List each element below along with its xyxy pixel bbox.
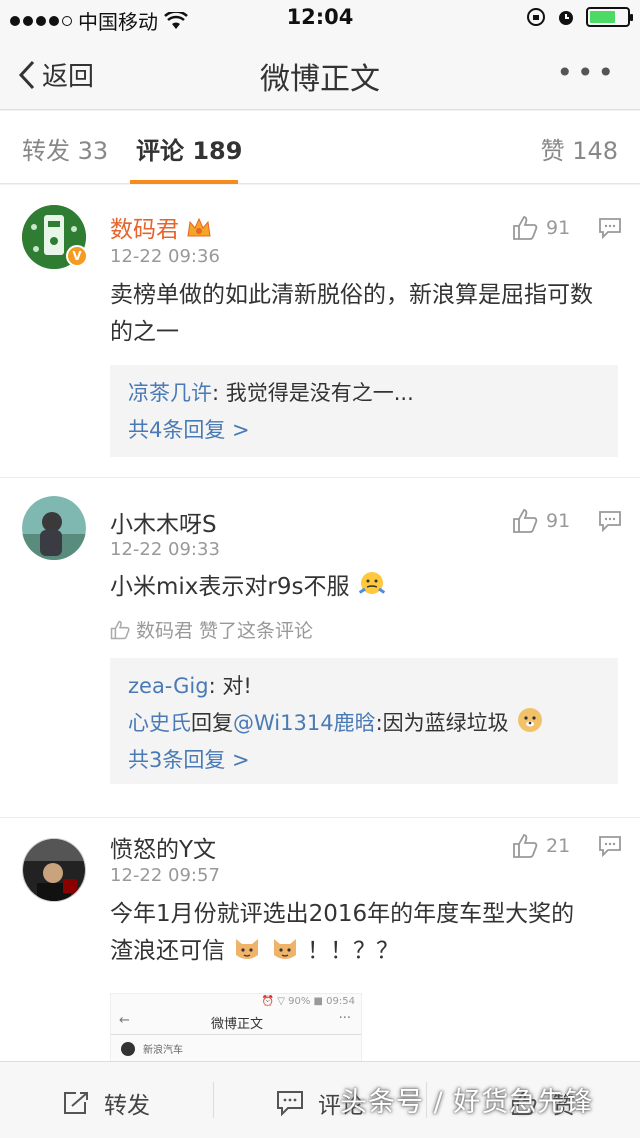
shrug-emoji-icon <box>357 572 386 595</box>
reply-preview-box[interactable]: zea-Gig: 对! 心史氏回复@Wi1314鹿晗:因为蓝绿垃圾 共3条回复 … <box>110 658 618 784</box>
comment-list[interactable]: V 数码君 12-22 09:36 91 卖榜单做的如此清新脱俗的，新浪算是屈指… <box>0 185 640 1061</box>
repost-label: 转发 <box>104 1093 150 1119</box>
watermark-text: 头条号 / 好货急先锋 <box>340 1087 594 1118</box>
vip-crown-icon <box>187 217 211 237</box>
reply-author[interactable]: zea-Gig <box>128 674 209 698</box>
alarm-icon <box>559 11 573 25</box>
comment-time: 12-22 09:57 <box>110 865 220 886</box>
battery-icon <box>586 7 633 27</box>
liked-by-text: 数码君 赞了这条评论 <box>136 620 314 642</box>
divider <box>0 817 640 818</box>
toolbar-separator <box>213 1082 214 1118</box>
reply-icon[interactable] <box>598 835 622 857</box>
reply-icon[interactable] <box>598 510 622 532</box>
like-count: 91 <box>546 510 571 532</box>
like-button[interactable]: 21 <box>512 833 570 859</box>
reply-icon[interactable] <box>598 217 622 239</box>
comment-time: 12-22 09:36 <box>110 246 220 267</box>
thumbs-up-icon <box>513 509 538 533</box>
comment-text-content: 小米mix表示对r9s不服 <box>110 574 350 600</box>
reply-content: :因为蓝绿垃圾 <box>375 711 509 735</box>
page-title: 微博正文 <box>260 62 380 97</box>
like-button[interactable]: 91 <box>512 508 570 534</box>
tab-bar: 转发 33 评论 189 赞 148 <box>0 111 640 184</box>
more-options-button[interactable]: ••• <box>556 56 618 89</box>
comment-text-line: 渣浪还可信 ！！？？ <box>110 933 630 970</box>
reply-line: zea-Gig: 对! <box>128 668 600 705</box>
comment-text: 卖榜单做的如此清新脱俗的，新浪算是屈指可数的之一 <box>110 282 593 345</box>
embedded-avatar <box>121 1041 135 1056</box>
like-count: 21 <box>546 835 571 857</box>
reply-line: 凉茶几许: 我觉得是没有之一... <box>128 375 600 412</box>
doge-emoji-icon <box>518 708 543 732</box>
thumbs-up-icon <box>513 216 538 240</box>
share-icon <box>64 1092 88 1114</box>
comment-text-tail: ！！？？ <box>306 938 399 964</box>
embedded-title: 微博正文 <box>210 1017 263 1032</box>
more-replies-link[interactable]: 共4条回复 > <box>128 412 600 449</box>
tab-repost[interactable]: 转发 33 <box>22 131 108 166</box>
more-replies-link[interactable]: 共3条回复 > <box>128 742 600 779</box>
commenter-name[interactable]: 愤怒的Y文 <box>110 830 216 864</box>
embedded-status: ⏰ ▽ 90% ■ 09:54 <box>261 996 355 1007</box>
commenter-name[interactable]: 小木木呀S <box>110 505 217 539</box>
cat-emoji-icon <box>273 939 296 959</box>
reply-mention[interactable]: @Wi1314鹿晗 <box>233 711 376 735</box>
reply-content: : 我觉得是没有之一... <box>212 381 414 405</box>
tab-comments[interactable]: 评论 189 <box>136 131 242 166</box>
comment-text-content: 渣浪还可信 <box>110 938 225 964</box>
reply-author[interactable]: 心史氏 <box>128 711 191 735</box>
embedded-row-text: 新浪汽车 <box>143 1045 183 1056</box>
divider <box>0 477 640 478</box>
embedded-row: 新浪汽车 <box>111 1035 361 1061</box>
thumbs-up-icon <box>513 834 538 858</box>
comment-text: 小米mix表示对r9s不服 <box>110 569 610 606</box>
comment-text: 今年1月份就评选出2016年的年度车型大奖的 渣浪还可信 ！！？？ <box>110 896 630 970</box>
comment-icon <box>277 1091 303 1116</box>
embedded-nav: ← 微博正文 ··· <box>111 1009 361 1035</box>
comment-time: 12-22 09:33 <box>110 539 220 560</box>
liked-by-note: 数码君 赞了这条评论 <box>110 616 313 643</box>
reply-middle: 回复 <box>191 711 233 735</box>
reply-content: : 对! <box>208 674 252 698</box>
reply-line: 心史氏回复@Wi1314鹿晗:因为蓝绿垃圾 <box>128 705 600 742</box>
status-bar: 中国移动 12:04 <box>0 0 640 36</box>
tab-likes[interactable]: 赞 148 <box>541 131 618 166</box>
like-button[interactable]: 91 <box>512 215 570 241</box>
embedded-screenshot-image[interactable]: ⏰ ▽ 90% ■ 09:54 ← 微博正文 ··· 新浪汽车 <box>110 993 362 1061</box>
reply-preview-box[interactable]: 凉茶几许: 我觉得是没有之一... 共4条回复 > <box>110 365 618 457</box>
commenter-name-text: 数码君 <box>110 217 179 243</box>
thumbs-up-small-icon <box>110 620 130 639</box>
comment-text-line: 今年1月份就评选出2016年的年度车型大奖的 <box>110 901 575 927</box>
avatar[interactable] <box>22 496 86 560</box>
repost-button[interactable]: 转发 <box>62 1086 150 1120</box>
orientation-lock-icon <box>527 8 545 26</box>
like-count: 91 <box>546 217 571 239</box>
cat-emoji-icon <box>236 939 259 959</box>
nav-bar: 返回 微博正文 ••• <box>0 36 640 110</box>
active-tab-indicator <box>130 180 238 184</box>
avatar[interactable] <box>22 838 86 902</box>
reply-author[interactable]: 凉茶几许 <box>128 381 212 405</box>
embedded-more: ··· <box>338 1011 351 1026</box>
commenter-name[interactable]: 数码君 <box>110 210 212 244</box>
verified-badge-icon: V <box>66 245 88 267</box>
